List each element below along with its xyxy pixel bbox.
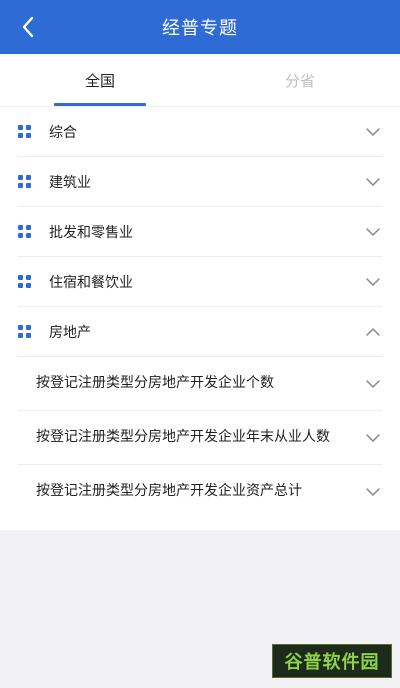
list-item[interactable]: 按登记注册类型分房地产开发企业个数 [18, 357, 382, 411]
category-row-accommodation-catering[interactable]: 住宿和餐饮业 [18, 257, 382, 307]
category-label: 建筑业 [49, 174, 91, 191]
grid-icon [18, 325, 31, 338]
list-item[interactable]: 按登记注册类型分房地产开发企业年末从业人数 [18, 411, 382, 465]
chevron-down-icon[interactable] [364, 173, 382, 191]
category-row-general[interactable]: 综合 [18, 107, 382, 157]
list-item-label: 按登记注册类型分房地产开发企业年末从业人数 [36, 429, 330, 445]
app-header: 经普专题 [0, 0, 400, 54]
tab-bar: 全国 分省 [0, 54, 400, 107]
category-label: 综合 [49, 124, 77, 141]
chevron-down-icon[interactable] [364, 483, 382, 501]
chevron-down-icon[interactable] [364, 223, 382, 241]
tab-national[interactable]: 全国 [0, 54, 200, 107]
real-estate-sublist: 按登记注册类型分房地产开发企业个数 按登记注册类型分房地产开发企业年末从业人数 … [18, 357, 382, 518]
main-content: 全国 分省 综合 建筑业 批发和零售业 住宿和餐饮业 房地产 按登记注册类型分房… [0, 54, 400, 530]
watermark-logo: 谷普软件园 [272, 644, 392, 678]
grid-icon [18, 175, 31, 188]
chevron-up-icon[interactable] [364, 323, 382, 341]
category-label: 房地产 [49, 324, 91, 341]
category-row-real-estate[interactable]: 房地产 [18, 307, 382, 357]
back-button[interactable] [14, 13, 42, 41]
category-label: 批发和零售业 [49, 224, 133, 241]
list-item-label: 按登记注册类型分房地产开发企业资产总计 [36, 483, 302, 499]
list-item[interactable]: 按登记注册类型分房地产开发企业资产总计 [18, 465, 382, 518]
page-title: 经普专题 [162, 18, 238, 39]
chevron-left-icon [22, 16, 34, 38]
category-label: 住宿和餐饮业 [49, 274, 133, 291]
chevron-down-icon[interactable] [364, 429, 382, 447]
category-row-wholesale-retail[interactable]: 批发和零售业 [18, 207, 382, 257]
grid-icon [18, 275, 31, 288]
grid-icon [18, 125, 31, 138]
category-row-construction[interactable]: 建筑业 [18, 157, 382, 207]
tab-province[interactable]: 分省 [200, 54, 400, 107]
active-tab-indicator [54, 103, 146, 106]
chevron-down-icon[interactable] [364, 123, 382, 141]
watermark-text: 谷普软件园 [284, 652, 380, 673]
grid-icon [18, 225, 31, 238]
list-item-label: 按登记注册类型分房地产开发企业个数 [36, 375, 274, 391]
chevron-down-icon[interactable] [364, 273, 382, 291]
chevron-down-icon[interactable] [364, 375, 382, 393]
